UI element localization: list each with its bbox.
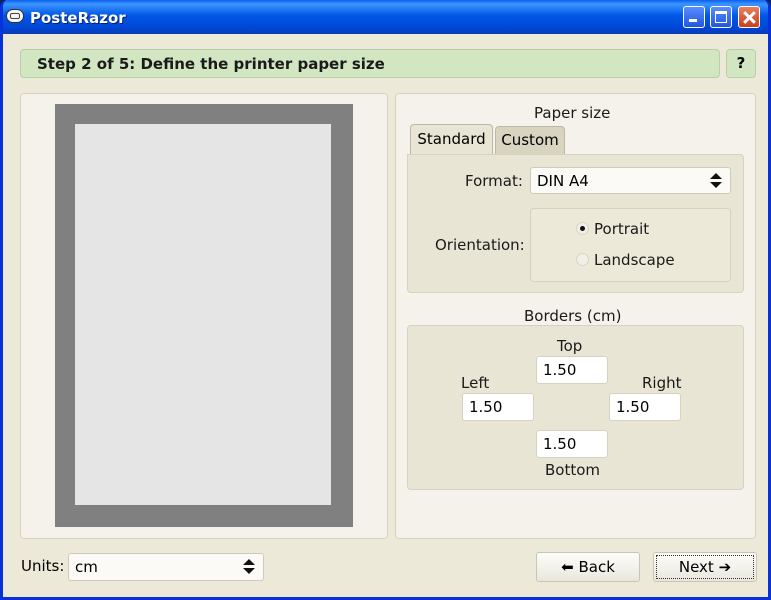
- paper-preview-panel: [20, 93, 388, 539]
- close-button[interactable]: [738, 6, 760, 28]
- format-select[interactable]: DIN A4: [530, 167, 731, 194]
- arrow-right-icon: ➔: [718, 558, 732, 576]
- top-label: Top: [557, 337, 583, 355]
- landscape-label[interactable]: Landscape: [594, 251, 675, 269]
- back-button[interactable]: ⬅ Back: [536, 552, 640, 582]
- posterazor-window: PosteRazor Step 2 of 5: Define the print…: [0, 0, 771, 600]
- next-label: Next: [678, 558, 714, 576]
- border-left-input[interactable]: 1.50: [462, 393, 534, 421]
- arrow-left-icon: ⬅: [561, 558, 574, 576]
- app-icon: [6, 9, 24, 23]
- updown-arrows-icon: [710, 173, 722, 189]
- window-title: PosteRazor: [30, 9, 126, 27]
- help-button[interactable]: ?: [726, 49, 756, 78]
- tab-standard[interactable]: Standard: [410, 124, 493, 155]
- maximize-button[interactable]: [710, 6, 732, 28]
- bottom-label: Bottom: [545, 461, 601, 479]
- border-right-input[interactable]: 1.50: [609, 393, 681, 421]
- back-label: Back: [578, 558, 615, 576]
- units-label: Units:: [21, 557, 65, 575]
- step-header: Step 2 of 5: Define the printer paper si…: [20, 49, 720, 78]
- paper-size-title: Paper size: [534, 104, 611, 122]
- format-label: Format:: [465, 172, 523, 190]
- next-button[interactable]: Next ➔: [653, 552, 757, 582]
- left-label: Left: [461, 374, 490, 392]
- portrait-radio[interactable]: [576, 222, 589, 235]
- portrait-label[interactable]: Portrait: [594, 220, 649, 238]
- units-value: cm: [75, 558, 98, 576]
- step-title: Step 2 of 5: Define the printer paper si…: [37, 55, 385, 73]
- borders-title: Borders (cm): [524, 307, 622, 325]
- border-bottom-input[interactable]: 1.50: [536, 430, 608, 458]
- tab-custom[interactable]: Custom: [495, 126, 565, 154]
- updown-arrows-icon: [243, 559, 255, 575]
- format-value: DIN A4: [537, 172, 589, 190]
- printable-area: [75, 124, 331, 505]
- landscape-radio[interactable]: [576, 253, 589, 266]
- title-bar[interactable]: PosteRazor: [3, 0, 768, 34]
- minimize-button[interactable]: [683, 6, 705, 28]
- orientation-label: Orientation:: [435, 236, 525, 254]
- border-top-input[interactable]: 1.50: [536, 356, 608, 384]
- paper-preview: [55, 104, 353, 527]
- right-label: Right: [642, 374, 682, 392]
- units-select[interactable]: cm: [68, 553, 264, 581]
